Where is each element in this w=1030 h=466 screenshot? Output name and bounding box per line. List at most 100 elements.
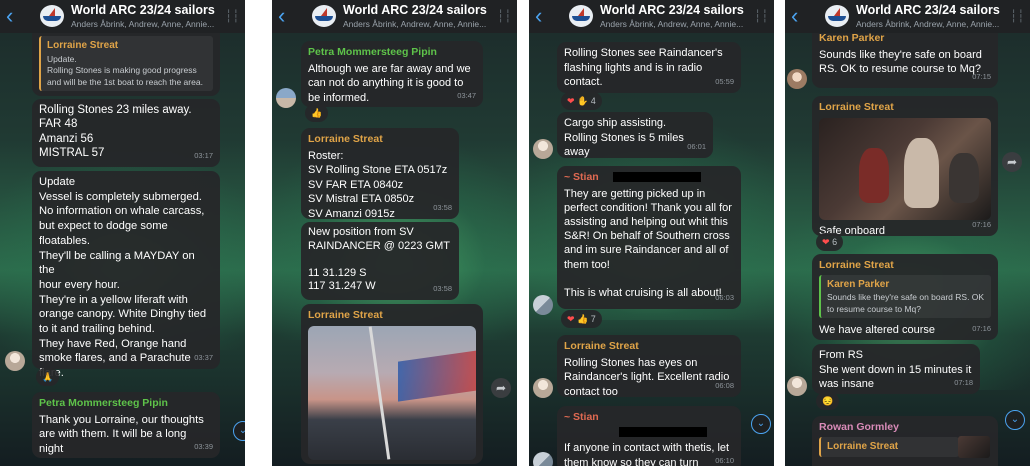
sender-name[interactable]: ~ Stian [564,411,599,423]
message-sender[interactable]: Karen Parker [819,31,991,46]
sad-emoji: 😔 [822,396,834,406]
message-text: Rolling Stones has eyes on Raindancer's … [564,356,730,398]
reaction-badge[interactable]: ❤ ✋ 4 [561,92,602,110]
chat-screenshot-2: ‹ World ARC 23/24 sailors Anders Åbrink,… [272,0,517,466]
crew-photo[interactable] [819,117,991,220]
message-sender[interactable]: ~ Stian [564,410,734,439]
message-time: 06:01 [687,142,706,152]
avatar[interactable] [787,376,807,396]
voice-bars-icon[interactable]: ┆┆ [1010,9,1024,23]
message-time: 07:16 [972,220,991,230]
share-icon[interactable]: ➦ [1002,152,1022,172]
message-bubble[interactable]: Lorraine Streat Roster: SV Rolling Stone… [301,128,459,220]
group-members: Anders Åbrink, Andrew, Anne, Annie... [343,19,487,29]
message-sender[interactable]: Lorraine Streat [819,100,991,115]
sender-name[interactable]: ~ Stian [564,171,599,183]
chevron-left-icon[interactable]: ‹ [791,5,807,27]
group-title[interactable]: World ARC 23/24 sailors [856,3,1000,17]
pray-emoji: 🙏 [42,372,54,382]
chat-header: ‹ World ARC 23/24 sailors Anders Åbrink,… [785,0,1030,33]
message-time: 03:37 [194,353,213,363]
chevron-left-icon[interactable]: ‹ [535,5,551,27]
reaction-count: 6 [832,237,838,247]
avatar[interactable] [533,452,553,466]
chevron-down-icon[interactable]: ⌄ [233,421,245,441]
message-text: Although we are far away and we can not … [308,62,471,104]
group-avatar[interactable] [569,5,593,27]
thumbs-up-icon: 👍 [577,314,589,324]
share-icon[interactable]: ➦ [491,378,511,398]
message-bubble[interactable]: Rolling Stones see Raindancer's flashing… [557,42,741,93]
chevron-down-icon[interactable]: ⌄ [1005,410,1025,430]
reaction-badge[interactable]: 👍 [305,104,329,122]
message-bubble[interactable]: ~ Stian If anyone in contact with thetis… [557,406,741,466]
voice-bars-icon[interactable]: ┆┆ [497,9,511,23]
group-avatar[interactable] [825,5,849,27]
voice-bars-icon[interactable]: ┆┆ [754,9,768,23]
photo-message[interactable]: Lorraine Streat [301,304,483,464]
message-time: 06:10 [715,456,734,466]
message-bubble[interactable]: Lorraine Streat Rolling Stones has eyes … [557,335,741,398]
chevron-down-icon[interactable]: ⌄ [751,414,771,434]
message-bubble[interactable]: Lorraine Streat Update. Rolling Stones i… [32,26,220,96]
message-text: They are getting picked up in perfect co… [564,187,732,300]
message-text: Thank you Lorraine, our thoughts are wit… [39,413,204,456]
message-sender[interactable]: Lorraine Streat [308,308,476,323]
heart-icon: ❤ [567,314,575,324]
message-bubble[interactable]: Rolling Stones 23 miles away. FAR 48 Ama… [32,99,220,167]
message-time: 03:58 [433,203,452,213]
message-sender[interactable]: Petra Mommersteeg Pipin [39,396,213,411]
group-title[interactable]: World ARC 23/24 sailors [343,3,487,17]
message-text: If anyone in contact with thetis, let th… [564,442,730,466]
message-time: 03:39 [194,442,213,452]
message-bubble[interactable]: ~ Stian They are getting picked up in pe… [557,166,741,309]
chat-screenshot-4: ‹ World ARC 23/24 sailors Anders Åbrink,… [785,0,1030,466]
quote-sender: Karen Parker [827,278,890,290]
avatar[interactable] [787,69,807,89]
avatar[interactable] [533,295,553,315]
raised-hands-icon: ✋ [577,96,589,106]
message-bubble[interactable]: Petra Mommersteeg Pipin Thank you Lorrai… [32,392,220,458]
heart-icon: ❤ [567,96,575,106]
avatar[interactable] [5,351,25,371]
message-sender[interactable]: Rowan Gormley [819,420,991,435]
message-bubble[interactable]: Lorraine Streat Karen Parker Sounds like… [812,254,998,340]
reaction-badge[interactable]: 🙏 [36,368,60,386]
avatar[interactable] [533,139,553,159]
chat-screenshot-1: ‹ World ARC 23/24 sailors Anders Åbrink,… [0,0,245,466]
group-members: Anders Åbrink, Andrew, Anne, Annie... [600,19,744,29]
sailboat-photo[interactable] [308,325,476,460]
group-avatar[interactable] [312,5,336,27]
avatar[interactable] [533,378,553,398]
message-sender[interactable]: Petra Mommersteeg Pipin [308,45,476,60]
group-members: Anders Åbrink, Andrew, Anne, Annie... [71,19,215,29]
group-title[interactable]: World ARC 23/24 sailors [600,3,744,17]
message-bubble[interactable]: Rowan Gormley Lorraine Streat [812,416,998,466]
reaction-badge[interactable]: ❤ 6 [816,233,844,251]
reaction-badge[interactable]: 😔 [816,392,840,410]
message-quote: Lorraine Streat Update. Rolling Stones i… [39,36,213,92]
avatar[interactable] [276,88,296,108]
reaction-badge[interactable]: ❤ 👍 7 [561,310,602,328]
message-bubble[interactable]: Update Vessel is completely submerged. N… [32,171,220,379]
group-avatar[interactable] [40,5,64,27]
message-time: 06:08 [715,381,734,391]
message-text: From RS She went down in 15 minutes it w… [819,349,972,391]
message-text: Rolling Stones 23 miles away. FAR 48 Ama… [39,104,192,159]
message-sender[interactable]: Lorraine Streat [308,132,452,147]
message-time: 03:58 [433,284,452,294]
message-text: Cargo ship assisting. Rolling Stones is … [564,117,684,159]
message-bubble[interactable]: Petra Mommersteeg Pipin Although we are … [301,41,483,107]
chevron-left-icon[interactable]: ‹ [6,5,22,27]
message-sender[interactable]: Lorraine Streat [564,339,734,354]
message-bubble[interactable]: Cargo ship assisting. Rolling Stones is … [557,112,713,158]
chevron-left-icon[interactable]: ‹ [278,5,294,27]
message-bubble[interactable]: New position from SV RAINDANCER @ 0223 G… [301,222,459,300]
photo-message[interactable]: Lorraine Streat Safe onboard 07:16 [812,96,998,237]
redacted-phone [619,426,707,437]
voice-bars-icon[interactable]: ┆┆ [225,9,239,23]
message-sender[interactable]: Lorraine Streat [819,258,991,273]
message-sender[interactable]: ~ Stian [564,170,734,185]
group-title[interactable]: World ARC 23/24 sailors [71,3,215,17]
message-bubble[interactable]: From RS She went down in 15 minutes it w… [812,344,980,394]
